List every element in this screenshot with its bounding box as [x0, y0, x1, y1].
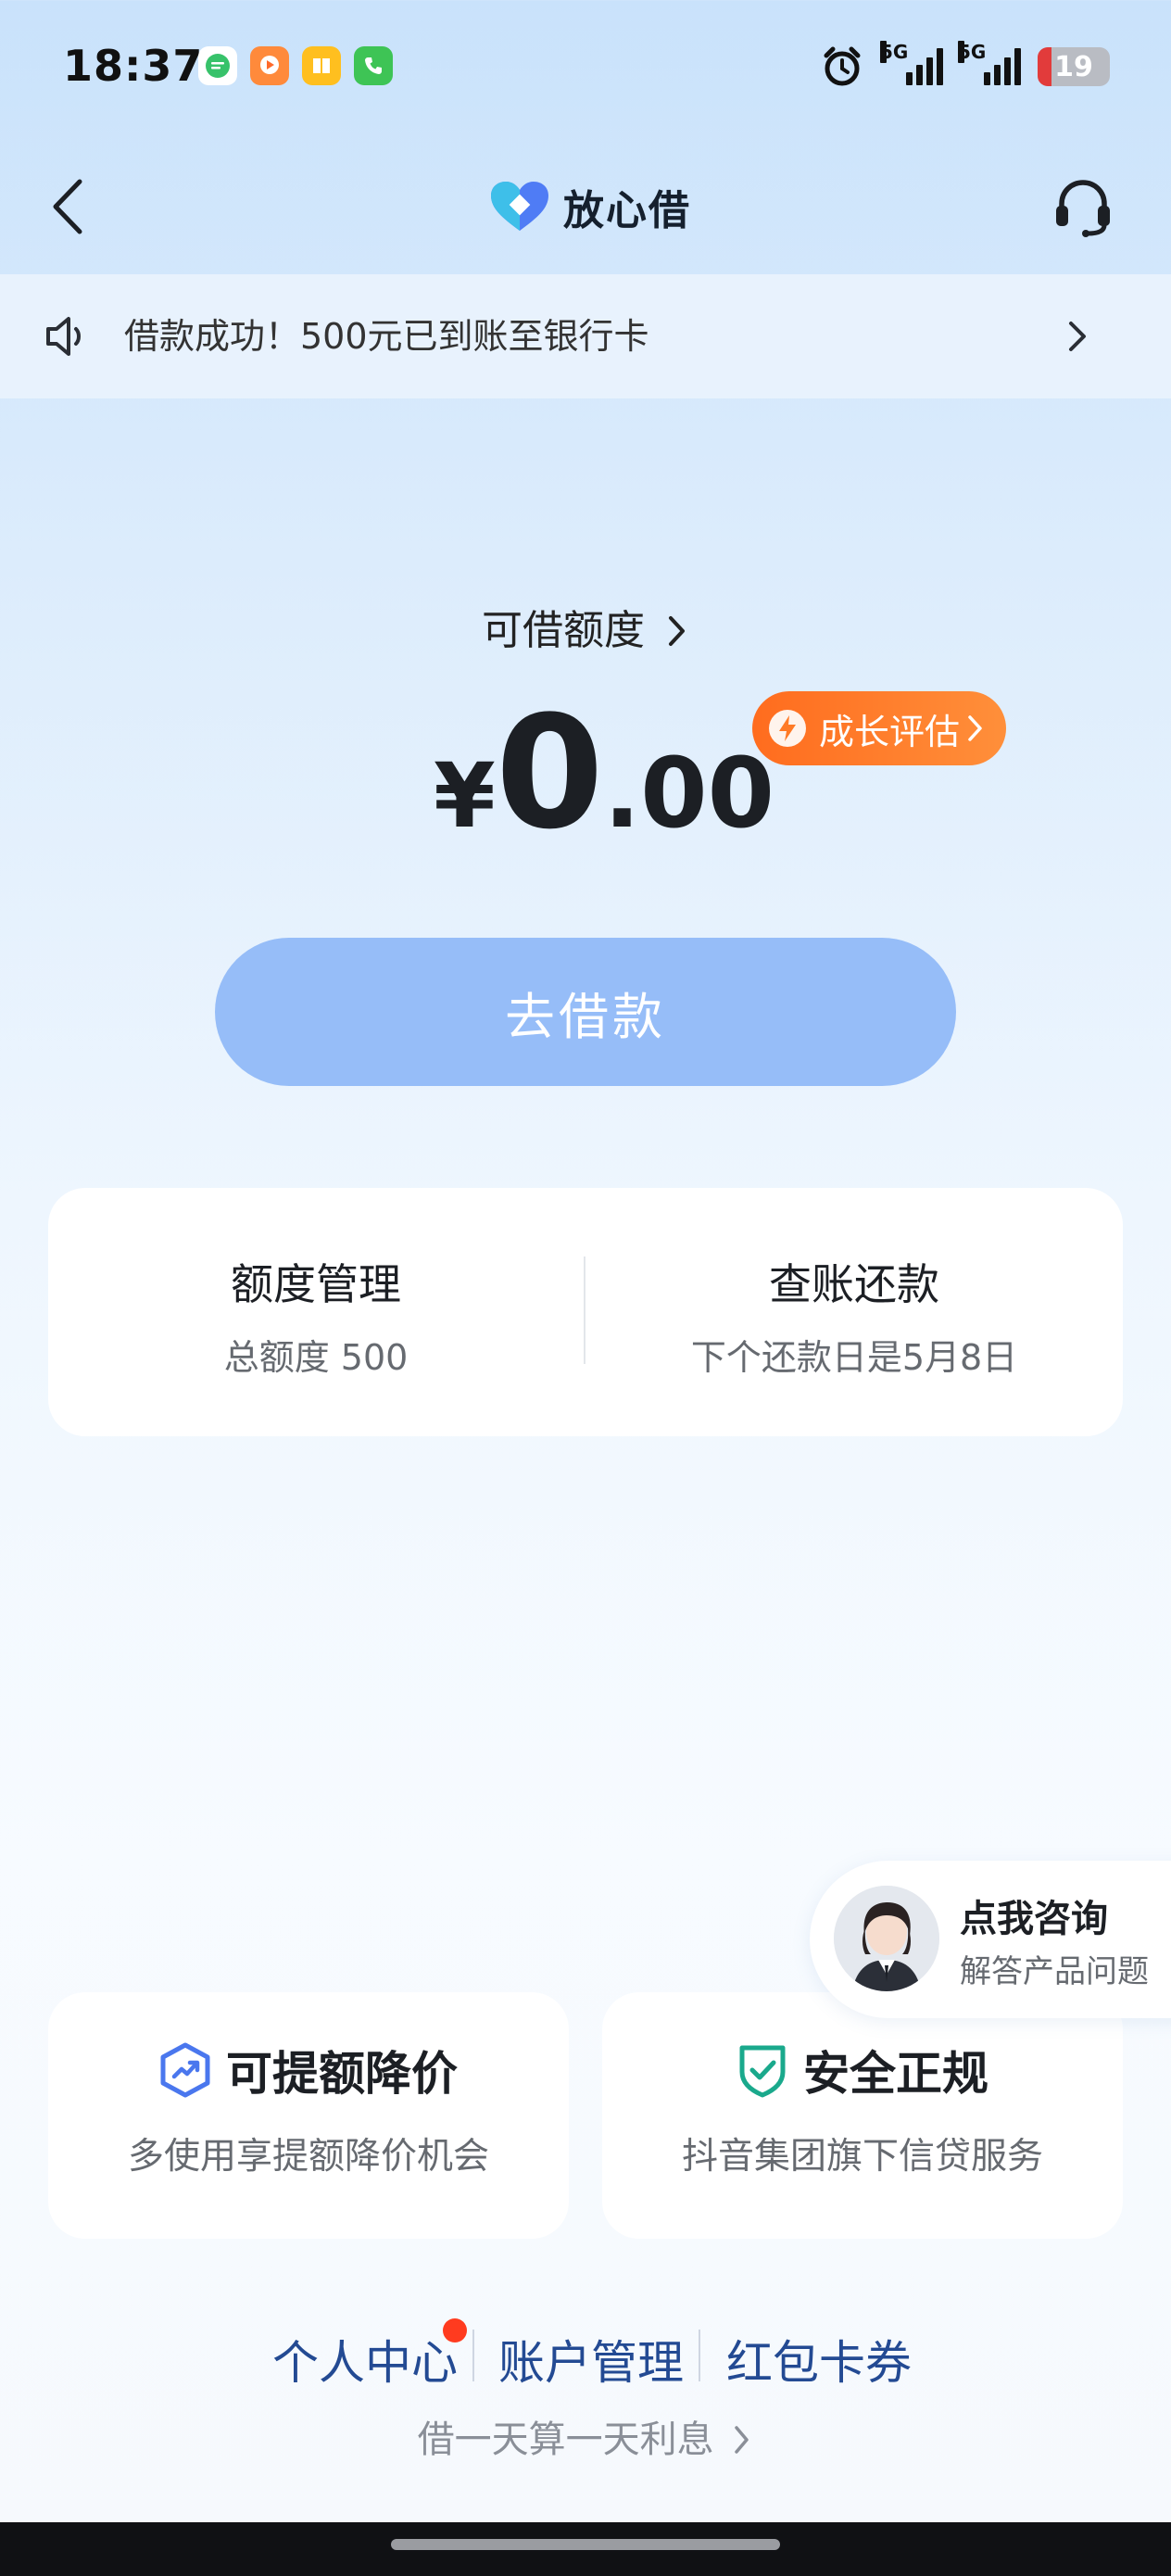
amount-decimal: .00: [603, 737, 774, 850]
feature-title: 安全正规: [803, 2047, 988, 2101]
headset-icon: [1056, 180, 1110, 237]
battery-level: [1038, 47, 1051, 86]
feature-title: 可提额降价: [226, 2047, 458, 2101]
next-repayment-text: 下个还款日是5月8日: [690, 1337, 1018, 1378]
amount-integer: 0: [495, 682, 604, 864]
video-icon: [250, 46, 289, 85]
borrow-button-label: 去借款: [505, 987, 666, 1046]
feature-subtitle: 多使用享提额降价机会: [127, 2136, 489, 2178]
network-type-2: 5G: [958, 41, 987, 63]
consult-title: 点我咨询: [960, 1898, 1108, 1940]
borrow-button[interactable]: 去借款: [215, 938, 956, 1086]
feature-subtitle: 抖音集团旗下信贷服务: [681, 2136, 1043, 2178]
growth-label: 成长评估: [819, 711, 961, 752]
trend-up-icon: [160, 2042, 210, 2098]
battery-percent: 19: [1054, 50, 1093, 83]
bill-repayment-title: 查账还款: [769, 1259, 939, 1309]
consult-subtitle: 解答产品问题: [960, 1953, 1149, 1990]
battery-icon: 19: [1038, 47, 1110, 86]
personal-center-link[interactable]: 个人中心: [272, 2326, 458, 2393]
alarm-icon: [824, 46, 861, 86]
app-logo: 放心借: [489, 174, 691, 239]
message-icon: [198, 46, 237, 85]
chevron-right-icon: [1069, 322, 1086, 351]
phone-icon: [354, 46, 393, 85]
shield-check-icon: [739, 2045, 786, 2098]
available-credit-label[interactable]: 可借额度: [0, 597, 1171, 656]
growth-assessment-button[interactable]: 成长评估: [752, 691, 1006, 765]
chevron-right-icon: [669, 616, 685, 646]
notice-text: 借款成功！500元已到账至银行卡: [124, 316, 649, 357]
heart-logo-icon: [491, 182, 548, 231]
interest-slogan[interactable]: 借一天算一天利息: [0, 2409, 1171, 2463]
book-icon: [302, 46, 341, 85]
chevron-right-icon: [735, 2426, 749, 2454]
account-management-link[interactable]: 账户管理: [498, 2326, 684, 2393]
lightning-icon: [769, 710, 806, 747]
home-indicator[interactable]: [391, 2539, 780, 2550]
status-indicators: 5G 5G 19: [819, 41, 1110, 93]
link-divider: [472, 2330, 474, 2381]
chevron-right-icon: [968, 715, 982, 741]
speaker-icon: [46, 317, 81, 356]
bill-repayment[interactable]: 查账还款 下个还款日是5月8日: [586, 1251, 1123, 1380]
feature-card-raise-limit: 可提额降价 多使用享提额降价机会: [48, 1992, 569, 2239]
network-type-1: 5G: [880, 41, 909, 63]
coupons-link[interactable]: 红包卡券: [726, 2326, 912, 2393]
notice-bar[interactable]: 借款成功！500元已到账至银行卡: [0, 274, 1171, 398]
credit-label-text: 可借额度: [482, 607, 645, 654]
signal-icon: 5G: [880, 41, 943, 85]
avatar: [834, 1886, 939, 1991]
credit-amount: ¥ 0 .00: [434, 682, 774, 864]
status-time: 18:37: [63, 41, 204, 91]
link-divider: [699, 2330, 700, 2381]
total-quota-text: 总额度 500: [223, 1337, 409, 1378]
back-button[interactable]: [46, 174, 93, 239]
currency-symbol: ¥: [434, 744, 496, 848]
quota-management-title: 额度管理: [231, 1259, 401, 1309]
quota-management[interactable]: 额度管理 总额度 500: [48, 1251, 584, 1380]
consult-button[interactable]: 点我咨询 解答产品问题: [810, 1861, 1171, 2018]
feature-card-safety: 安全正规 抖音集团旗下信贷服务: [602, 1992, 1123, 2239]
chevron-left-icon: [53, 179, 82, 234]
app-title: 放心借: [563, 187, 691, 234]
signal-icon-2: 5G: [958, 41, 1021, 85]
customer-service-button[interactable]: [1051, 174, 1115, 239]
notification-dot: [443, 2318, 467, 2342]
slogan-text: 借一天算一天利息: [417, 2418, 714, 2461]
